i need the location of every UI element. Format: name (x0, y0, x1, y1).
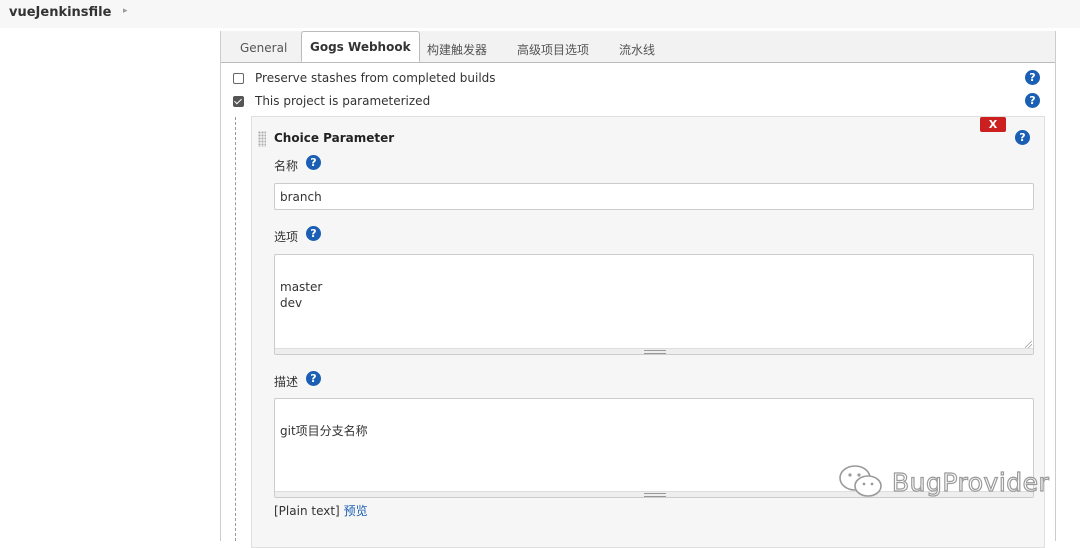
tab-build-triggers[interactable]: 构建触发器 (427, 41, 487, 58)
name-field[interactable]: branch (274, 183, 1034, 210)
breadcrumb-bar: vueJenkinsfile ▸ (0, 0, 1080, 28)
delete-parameter-button[interactable]: X (980, 117, 1006, 132)
breadcrumb-project[interactable]: vueJenkinsfile (9, 5, 111, 20)
name-field-label: 名称 (274, 159, 299, 173)
help-icon[interactable]: ? (306, 371, 321, 386)
preserve-stashes-checkbox[interactable] (233, 73, 244, 84)
watermark: BugProvider (838, 462, 1049, 502)
drag-handle-icon[interactable] (258, 131, 266, 147)
preview-link[interactable]: 预览 (344, 504, 368, 518)
parameterized-label[interactable]: This project is parameterized (255, 94, 430, 108)
resize-corner-icon[interactable] (1025, 341, 1032, 348)
choices-textarea[interactable]: master dev (274, 254, 1034, 355)
choices-field-label: 选项 (274, 230, 299, 244)
help-icon[interactable]: ? (306, 155, 321, 170)
tab-advanced-options[interactable]: 高级项目选项 (517, 41, 589, 58)
parameterized-checkbox[interactable] (233, 96, 244, 107)
description-field-label: 描述 (274, 375, 299, 389)
tab-bar: General Gogs Webhook 构建触发器 高级项目选项 流水线 (221, 31, 1055, 63)
parameter-title: Choice Parameter (274, 131, 395, 145)
format-hint-text: [Plain text] (274, 504, 340, 518)
help-icon[interactable]: ? (1025, 93, 1040, 108)
tab-general[interactable]: General (240, 41, 287, 55)
textarea-resize-handle[interactable] (275, 348, 1033, 354)
help-icon[interactable]: ? (1025, 70, 1040, 85)
choices-text: master dev (280, 280, 323, 310)
help-icon[interactable]: ? (1015, 130, 1030, 145)
tab-pipeline[interactable]: 流水线 (619, 41, 655, 58)
breadcrumb-chevron-icon[interactable]: ▸ (123, 6, 128, 16)
watermark-text: BugProvider (891, 467, 1050, 497)
tab-gogs-webhook[interactable]: Gogs Webhook (301, 31, 420, 62)
section-divider (235, 117, 236, 541)
help-icon[interactable]: ? (306, 226, 321, 241)
wechat-logo-icon (839, 465, 882, 497)
description-text: git项目分支名称 (280, 424, 368, 438)
preserve-stashes-label[interactable]: Preserve stashes from completed builds (255, 71, 496, 85)
format-hint: [Plain text] 预览 (274, 502, 368, 519)
